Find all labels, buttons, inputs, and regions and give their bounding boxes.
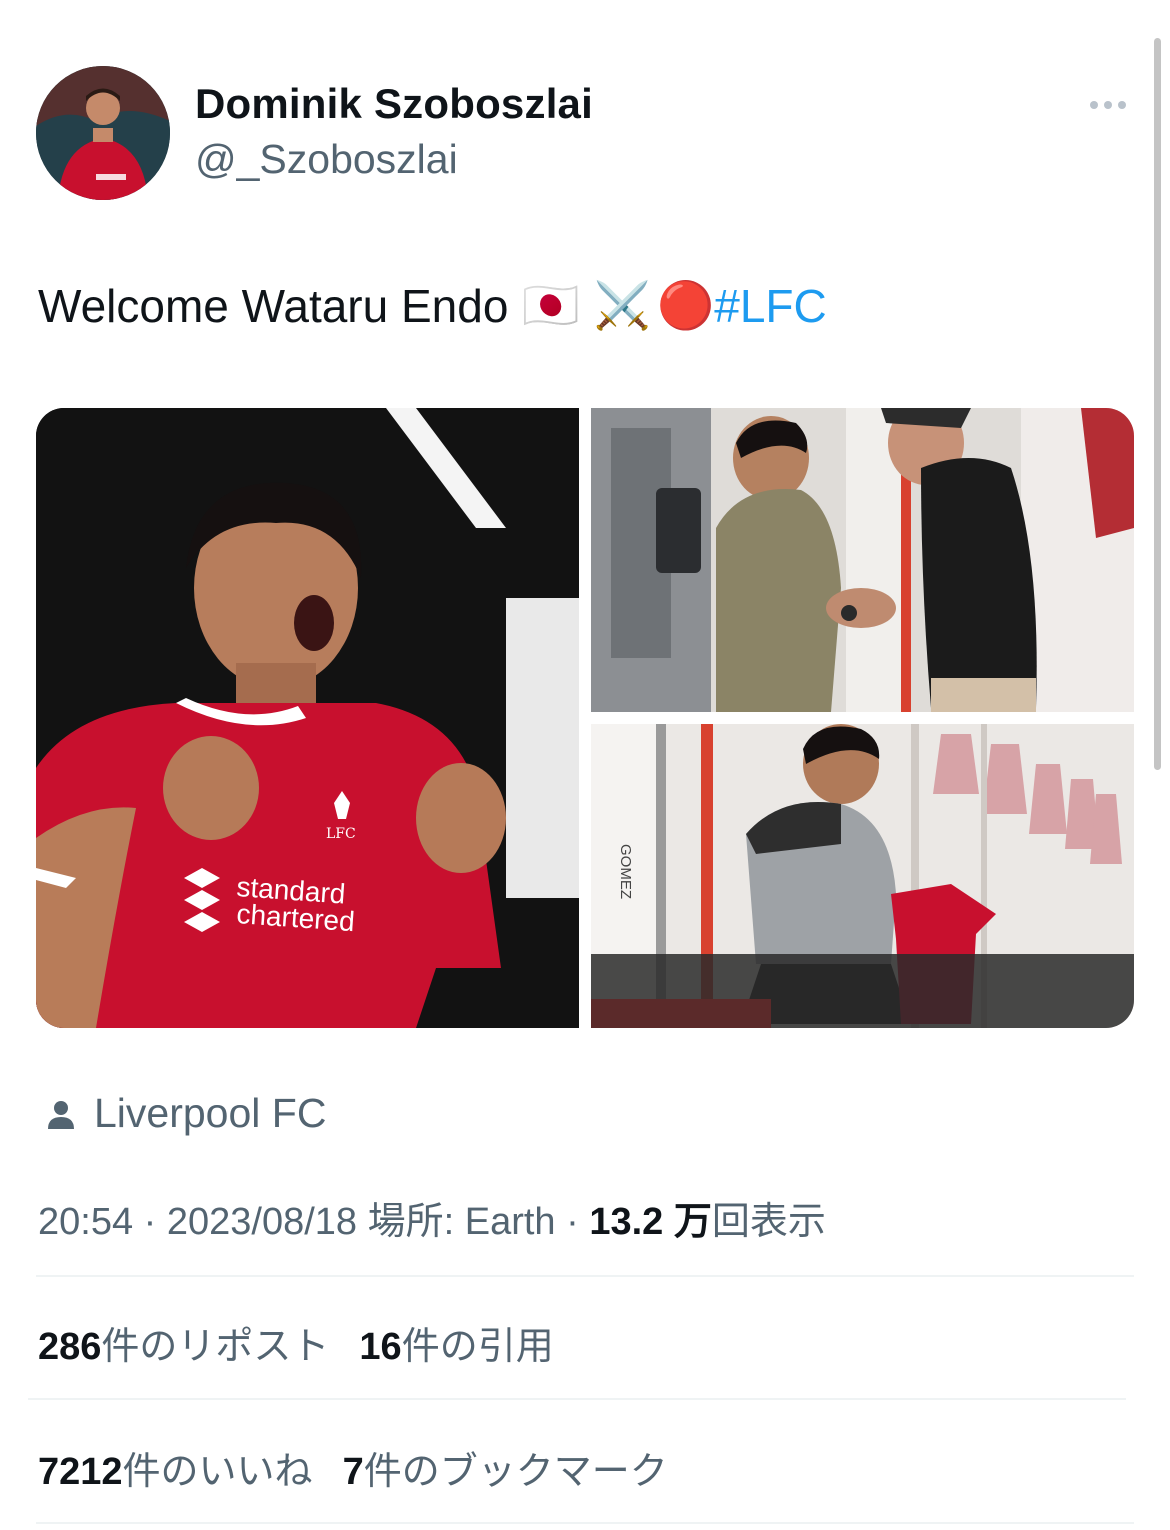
quotes-stat[interactable]: 16件の引用 — [359, 1315, 553, 1370]
reposts-label: 件のリポスト — [101, 1326, 330, 1368]
bookmarks-stat[interactable]: 7件のブックマーク — [343, 1440, 668, 1495]
reposts-stat[interactable]: 286件のリポスト — [38, 1315, 329, 1370]
quotes-label: 件の引用 — [401, 1326, 554, 1368]
likes-stat[interactable]: 7212件のいいね — [38, 1440, 313, 1495]
meta-separator: · — [566, 1201, 579, 1243]
likes-label: 件のいいね — [122, 1451, 313, 1493]
views-count: 13.2 万 — [589, 1201, 712, 1243]
divider — [36, 1275, 1134, 1277]
bookmarks-count: 7 — [342, 1451, 364, 1493]
red-circle-emoji: 🔴 — [656, 279, 715, 331]
scrollbar[interactable] — [1154, 38, 1161, 770]
media-grid: LFC standard chartered GOMEZ — [36, 408, 1134, 1028]
avatar[interactable] — [36, 66, 170, 200]
stats-row-reposts: 286件のリポスト 16件の引用 — [38, 1315, 554, 1370]
more-options-button[interactable] — [1078, 88, 1138, 122]
stats-row-likes: 7212件のいいね 7件のブックマーク — [38, 1440, 668, 1495]
japan-flag-emoji: 🇯🇵 — [522, 279, 580, 331]
divider — [28, 1398, 1126, 1400]
crossed-swords-emoji: ⚔️ — [593, 279, 651, 331]
tweet-meta: 20:54 · 2023/08/18 場所: Earth · 13.2 万回表示 — [38, 1190, 826, 1245]
location-label: Liverpool FC — [94, 1090, 327, 1136]
likes-count: 7212 — [38, 1451, 123, 1493]
photo-holding-shirt[interactable]: GOMEZ — [591, 724, 1134, 1028]
place-label: 場所: Earth — [367, 1201, 556, 1243]
more-dot-icon — [1104, 101, 1112, 109]
author-handle[interactable]: @_Szoboszlai — [195, 136, 458, 183]
avatar-image — [36, 66, 170, 200]
crest-text: LFC — [326, 826, 356, 842]
tweet-text-body: Welcome Wataru Endo — [38, 279, 509, 332]
photo-handshake[interactable] — [591, 408, 1134, 712]
photo-player-celebrating[interactable]: LFC standard chartered — [36, 408, 579, 1028]
views-label: 回表示 — [711, 1201, 826, 1243]
locker-name-text: GOMEZ — [617, 844, 634, 899]
more-dot-icon — [1118, 101, 1126, 109]
hashtag-link[interactable]: #LFC — [714, 279, 826, 333]
tweet-text: Welcome Wataru Endo 🇯🇵 ⚔️ 🔴 #LFC — [38, 278, 827, 333]
divider — [36, 1522, 1134, 1524]
reposts-count: 286 — [38, 1326, 102, 1368]
author-display-name[interactable]: Dominik Szoboszlai — [195, 80, 593, 128]
location-link[interactable]: Liverpool FC — [44, 1090, 326, 1137]
person-icon — [48, 1100, 74, 1129]
timestamp[interactable]: 20:54 · 2023/08/18 — [38, 1201, 357, 1243]
bookmarks-label: 件のブックマーク — [363, 1451, 668, 1493]
more-dot-icon — [1090, 101, 1098, 109]
tweet-detail-page: Dominik Szoboszlai @_Szoboszlai Welcome … — [0, 0, 1170, 1530]
quotes-count: 16 — [359, 1326, 402, 1368]
